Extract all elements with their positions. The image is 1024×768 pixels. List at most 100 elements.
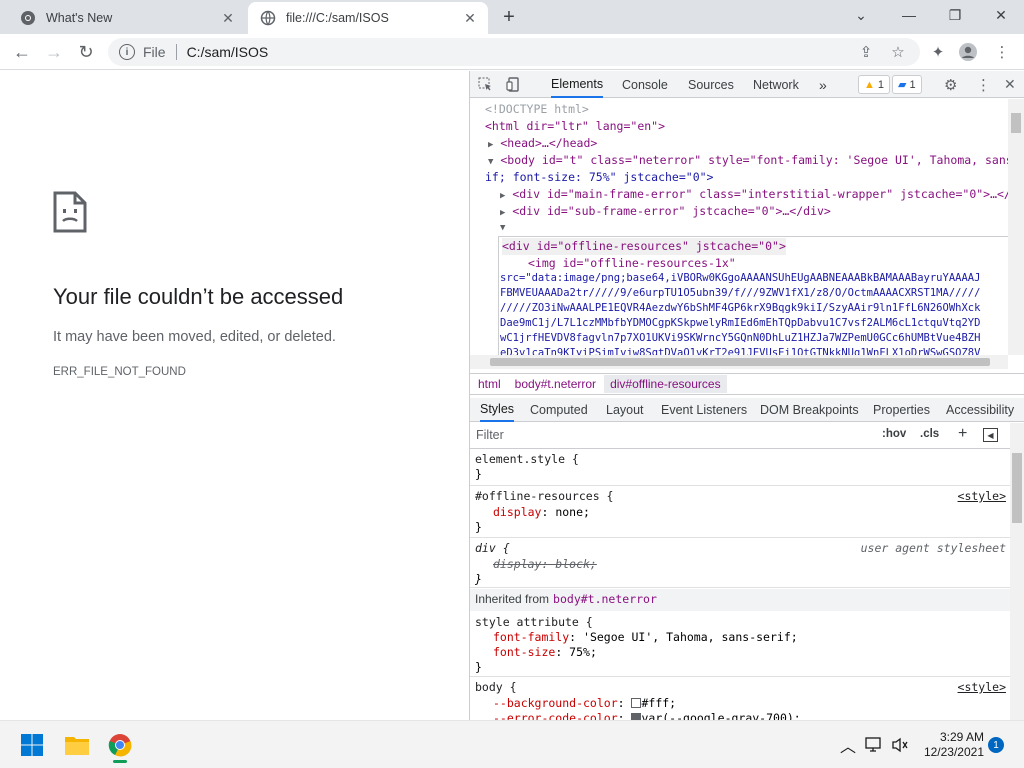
tab-accessibility[interactable]: Accessibility [946,398,1014,422]
rule-selector[interactable]: #offline-resources { [475,489,613,505]
inspect-element-icon[interactable] [478,71,493,98]
rule-declaration[interactable]: display: none; [493,505,590,521]
forward-button[interactable]: → [40,38,68,66]
rule-declaration[interactable]: --background-color: #fff; [493,696,676,712]
breadcrumb-body[interactable]: body#t.neterror [515,377,596,391]
dom-line-b64: Dae9mC1j/L7L1czMMbfbYDMOCgpKSkpwelyRmIEd… [500,317,981,329]
toggle-sidebar-icon[interactable]: ◀ [983,428,998,442]
scroll-thumb[interactable] [490,358,990,366]
styles-vertical-scrollbar[interactable] [1010,423,1024,720]
cls-toggle[interactable]: .cls [920,428,939,440]
volume-muted-icon[interactable] [884,729,916,761]
tab-search-icon[interactable]: ⌄ [838,0,884,30]
new-tab-button[interactable]: + [498,6,520,28]
dom-line-img[interactable]: <img id="offline-resources-1x" [528,255,736,272]
system-clock[interactable]: 3:29 AM 12/23/2021 [918,730,984,760]
dom-line-html[interactable]: <html dir="ltr" lang="en"> [485,118,665,135]
rule-declaration[interactable]: --error-code-color: var(--google-gray-70… [493,711,801,720]
rule-offline-resources: #offline-resources { <style> display: no… [470,486,1010,538]
breadcrumb-div[interactable]: div#offline-resources [604,375,727,393]
tab-whats-new[interactable]: What's New ✕ [8,2,246,34]
messages-badge[interactable]: ▰ 1 [892,75,922,94]
windows-start-icon[interactable] [16,729,48,761]
filter-input[interactable]: Filter [476,428,871,446]
address-bar[interactable]: i File C:/sam/ISOS [108,38,920,66]
tab-computed[interactable]: Computed [530,398,588,422]
inherited-label: Inherited from [475,592,550,607]
tab-network[interactable]: Network [753,71,799,98]
url-text[interactable]: C:/sam/ISOS [187,44,269,60]
tab-layout[interactable]: Layout [606,398,644,422]
scroll-thumb[interactable] [1011,113,1021,133]
expand-arrow-icon[interactable]: ▶ [488,140,493,150]
devtools-menu-icon[interactable]: ⋮ [976,71,991,98]
dom-line-src[interactable]: src="data:image/png;base64,iVBORw0KGgoAA… [500,271,980,287]
extensions-icon[interactable]: ✦ [928,42,948,62]
rule-source-link[interactable]: <style> [958,680,1006,696]
tab-title: What's New [46,11,113,25]
tab-dom-breakpoints[interactable]: DOM Breakpoints [760,398,859,422]
minimize-icon[interactable]: — [886,0,932,30]
tab-console[interactable]: Console [622,71,668,98]
dom-line-offline-resources[interactable]: <div id="offline-resources" jstcache="0"… [502,238,786,255]
settings-gear-icon[interactable]: ⚙ [944,71,957,98]
device-toolbar-icon[interactable] [506,71,521,98]
color-swatch-white[interactable] [631,698,642,708]
styles-pane: element.style { } #offline-resources { <… [470,449,1010,720]
share-icon[interactable]: ⇪ [856,42,876,62]
more-tabs-button[interactable]: » [819,71,827,98]
dom-vertical-scrollbar[interactable] [1008,99,1024,355]
scroll-thumb[interactable] [1012,453,1022,523]
dom-line-body-cont[interactable]: if; font-size: 75%" jstcache="0"> [485,169,713,186]
rule-source-link[interactable]: <style> [958,489,1006,505]
color-swatch-gray[interactable] [631,713,642,720]
profile-icon[interactable] [958,42,978,62]
rule-declaration[interactable]: font-family: 'Segoe UI', Tahoma, sans-se… [493,630,798,646]
css-value: #fff; [641,696,677,710]
dom-line-b64: eD3v1caTn9KIyiPSimIvjw8SgtDVaQ1vKrT2e91J… [500,347,981,355]
info-icon[interactable]: i [119,44,135,60]
rule-selector[interactable]: div { [475,541,510,557]
close-window-icon[interactable]: ✕ [978,0,1024,30]
chrome-taskbar-icon[interactable] [104,729,136,763]
expand-arrow-icon[interactable]: ▶ [500,191,505,201]
inherited-from-link[interactable]: body#t.neterror [553,592,657,608]
tab-properties[interactable]: Properties [873,398,930,422]
dom-line-doctype[interactable]: <!DOCTYPE html> [485,101,589,118]
tab-styles[interactable]: Styles [480,398,515,422]
dom-tree[interactable]: <!DOCTYPE html> <html dir="ltr" lang="en… [470,99,1008,355]
tab-strip: What's New ✕ file:///C:/sam/ISOS ✕ + ⌄ —… [0,0,1024,34]
tab-elements[interactable]: Elements [551,71,604,98]
dom-line-b64: /////ZO3iNwAAALPE1EQVR4AezdwY6bShMF4GP6k… [500,302,981,314]
rule-declaration[interactable]: font-size: 75%; [493,645,597,661]
breadcrumb-html[interactable]: html [478,377,501,391]
new-rule-icon[interactable]: + [958,425,967,443]
notification-badge[interactable]: 1 [988,737,1004,753]
tab-sources[interactable]: Sources [688,71,734,98]
rule-close: } [475,467,482,481]
file-explorer-icon[interactable] [61,729,93,761]
collapse-arrow-icon[interactable]: ▼ [500,220,505,237]
dom-line-sub-frame[interactable]: ▶ <div id="sub-frame-error" jstcache="0"… [500,203,831,222]
collapse-arrow-icon[interactable]: ▼ [488,157,493,167]
close-tab-icon[interactable]: ✕ [220,10,236,26]
restore-icon[interactable]: ❐ [932,0,978,30]
close-tab-icon[interactable]: ✕ [462,10,478,26]
rule-selector[interactable]: body { [475,680,517,696]
hov-toggle[interactable]: :hov [882,428,906,440]
tab-file[interactable]: file:///C:/sam/ISOS ✕ [248,2,488,34]
close-devtools-icon[interactable]: ✕ [1004,71,1016,98]
warnings-badge[interactable]: ▲ 1 [858,75,891,94]
rule-selector[interactable]: style attribute { [475,615,593,631]
reload-button[interactable]: ↻ [72,38,100,66]
inherited-header: Inherited from body#t.neterror [470,589,1010,611]
menu-icon[interactable]: ⋮ [992,42,1012,62]
tab-event-listeners[interactable]: Event Listeners [661,398,747,422]
rule-selector[interactable]: element.style { [475,452,579,468]
rule-declaration-overridden[interactable]: display: block; [493,557,597,573]
bookmark-star-icon[interactable]: ☆ [888,42,908,62]
expand-arrow-icon[interactable]: ▶ [500,208,505,218]
back-button[interactable]: ← [8,38,36,66]
dom-horizontal-scrollbar[interactable] [470,355,1008,369]
css-property: display [493,505,542,519]
